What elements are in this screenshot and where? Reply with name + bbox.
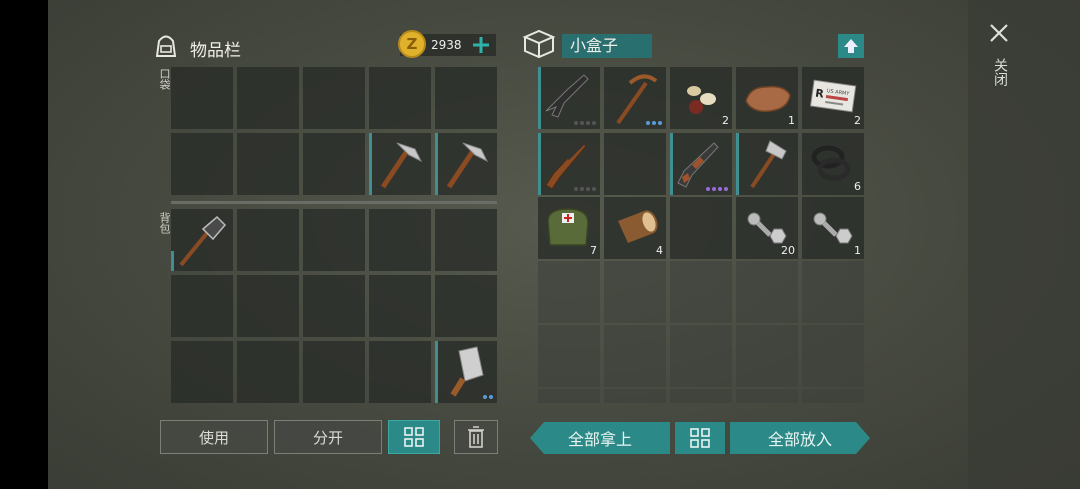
game-screen: 物品栏 Z 2938 口袋 背包 使用 分开 小盒子 2 1 R US ARMY… — [48, 0, 1080, 489]
item-count: 2 — [854, 114, 861, 127]
backpack-slot[interactable] — [369, 209, 431, 271]
item-count: 7 — [590, 244, 597, 257]
container-slot-ak-rifle[interactable] — [670, 133, 732, 195]
sort-container-button[interactable] — [675, 422, 725, 454]
backpack-slot[interactable] — [237, 341, 299, 403]
container-slot[interactable] — [670, 325, 732, 387]
backpack-slot[interactable] — [171, 275, 233, 337]
sort-inventory-button[interactable] — [388, 420, 440, 454]
trash-icon — [468, 426, 484, 448]
assault-rifle-icon — [545, 74, 589, 118]
ak-rifle-icon — [677, 142, 719, 188]
item-count: 20 — [781, 244, 795, 257]
container-slot[interactable] — [604, 389, 666, 403]
coin-icon: Z — [398, 30, 426, 58]
pickaxe-icon — [616, 74, 658, 125]
container-slot-bolts[interactable]: 20 — [736, 197, 798, 259]
container-slot-rubber-rings[interactable]: 6 — [802, 133, 864, 195]
item-count: 2 — [722, 114, 729, 127]
container-slot-army-id-card[interactable]: R US ARMY 2 — [802, 67, 864, 129]
pocket-slot[interactable] — [303, 133, 365, 195]
container-slot-seeds[interactable]: 2 — [670, 67, 732, 129]
container-slot-hunting-rifle[interactable] — [538, 133, 600, 195]
pickaxe-hammer-icon — [380, 142, 423, 189]
pocket-slot[interactable] — [369, 67, 431, 129]
container-slot-hatchet[interactable] — [736, 133, 798, 195]
pocket-slot-pickaxe-hammer[interactable] — [435, 133, 497, 195]
use-button[interactable]: 使用 — [160, 420, 268, 454]
item-count: 4 — [656, 244, 663, 257]
backpack-slot[interactable] — [171, 341, 233, 403]
container-slot[interactable] — [670, 389, 732, 403]
backpack-slot[interactable] — [303, 341, 365, 403]
container-slot[interactable] — [604, 133, 666, 195]
container-slot[interactable] — [538, 325, 600, 387]
coin-count: 2938 — [431, 38, 462, 52]
container-slot-pickaxe[interactable] — [604, 67, 666, 129]
container-slot-assault-rifle[interactable] — [538, 67, 600, 129]
backpack-slot[interactable] — [303, 275, 365, 337]
container-slot-iron-ore[interactable]: 1 — [736, 67, 798, 129]
container-slot-log[interactable]: 4 — [604, 197, 666, 259]
pocket-slot[interactable] — [171, 67, 233, 129]
hatchet-icon — [750, 140, 787, 189]
backpack-slot-cleaver[interactable] — [435, 341, 497, 403]
container-slot[interactable] — [670, 261, 732, 323]
pocket-slot[interactable] — [435, 67, 497, 129]
container-slot-bolts[interactable]: 1 — [802, 197, 864, 259]
container-slot[interactable] — [802, 261, 864, 323]
container-slot[interactable] — [538, 389, 600, 403]
close-icon — [990, 24, 1008, 42]
hunting-rifle-icon — [545, 137, 590, 190]
container-title: 小盒子 — [562, 34, 652, 58]
pickaxe-hammer-icon — [446, 142, 489, 189]
put-all-button[interactable]: 全部放入 — [730, 422, 870, 454]
backpack-slot[interactable] — [435, 275, 497, 337]
grid-sort-icon — [404, 427, 424, 447]
transfer-up-button[interactable] — [838, 34, 864, 58]
cleaver-icon — [450, 346, 484, 397]
backpack-slot-shovel[interactable] — [171, 209, 233, 271]
close-button[interactable]: 关闭 — [986, 20, 1012, 100]
backpack-slot[interactable] — [369, 275, 431, 337]
close-panel — [968, 0, 1080, 489]
pocket-label: 口袋 — [158, 68, 171, 90]
item-count: 1 — [788, 114, 795, 127]
backpack-slot[interactable] — [237, 275, 299, 337]
pocket-slot-pickaxe-hammer[interactable] — [369, 133, 431, 195]
item-count: 6 — [854, 180, 861, 193]
close-label: 关闭 — [992, 58, 1008, 86]
container-slot[interactable] — [670, 197, 732, 259]
container-slot[interactable] — [604, 325, 666, 387]
take-all-button[interactable]: 全部拿上 — [530, 422, 670, 454]
container-slot[interactable] — [736, 389, 798, 403]
backpack-slot[interactable] — [237, 209, 299, 271]
container-slot[interactable] — [538, 261, 600, 323]
container-slot[interactable] — [802, 389, 864, 403]
backpack-label: 背包 — [158, 212, 171, 234]
add-coins-button[interactable] — [472, 34, 490, 56]
backpack-slot[interactable] — [369, 341, 431, 403]
container-slot-medkit-bag[interactable]: 7 — [538, 197, 600, 259]
container-slot[interactable] — [802, 325, 864, 387]
inventory-title: 物品栏 — [190, 41, 241, 61]
pocket-slot[interactable] — [171, 133, 233, 195]
box-icon — [522, 28, 556, 60]
container-slot[interactable] — [736, 261, 798, 323]
pocket-slot[interactable] — [303, 67, 365, 129]
grid-sort-icon — [690, 428, 710, 448]
backpack-icon — [154, 32, 178, 58]
container-slot[interactable] — [736, 325, 798, 387]
split-button[interactable]: 分开 — [274, 420, 382, 454]
pocket-slot[interactable] — [237, 133, 299, 195]
shovel-icon — [179, 215, 227, 267]
trash-button[interactable] — [454, 420, 498, 454]
arrow-up-icon — [844, 39, 858, 53]
backpack-slot[interactable] — [303, 209, 365, 271]
item-count: 1 — [854, 244, 861, 257]
pocket-slot[interactable] — [237, 67, 299, 129]
container-slot[interactable] — [604, 261, 666, 323]
grid-divider — [171, 201, 497, 204]
backpack-slot[interactable] — [435, 209, 497, 271]
